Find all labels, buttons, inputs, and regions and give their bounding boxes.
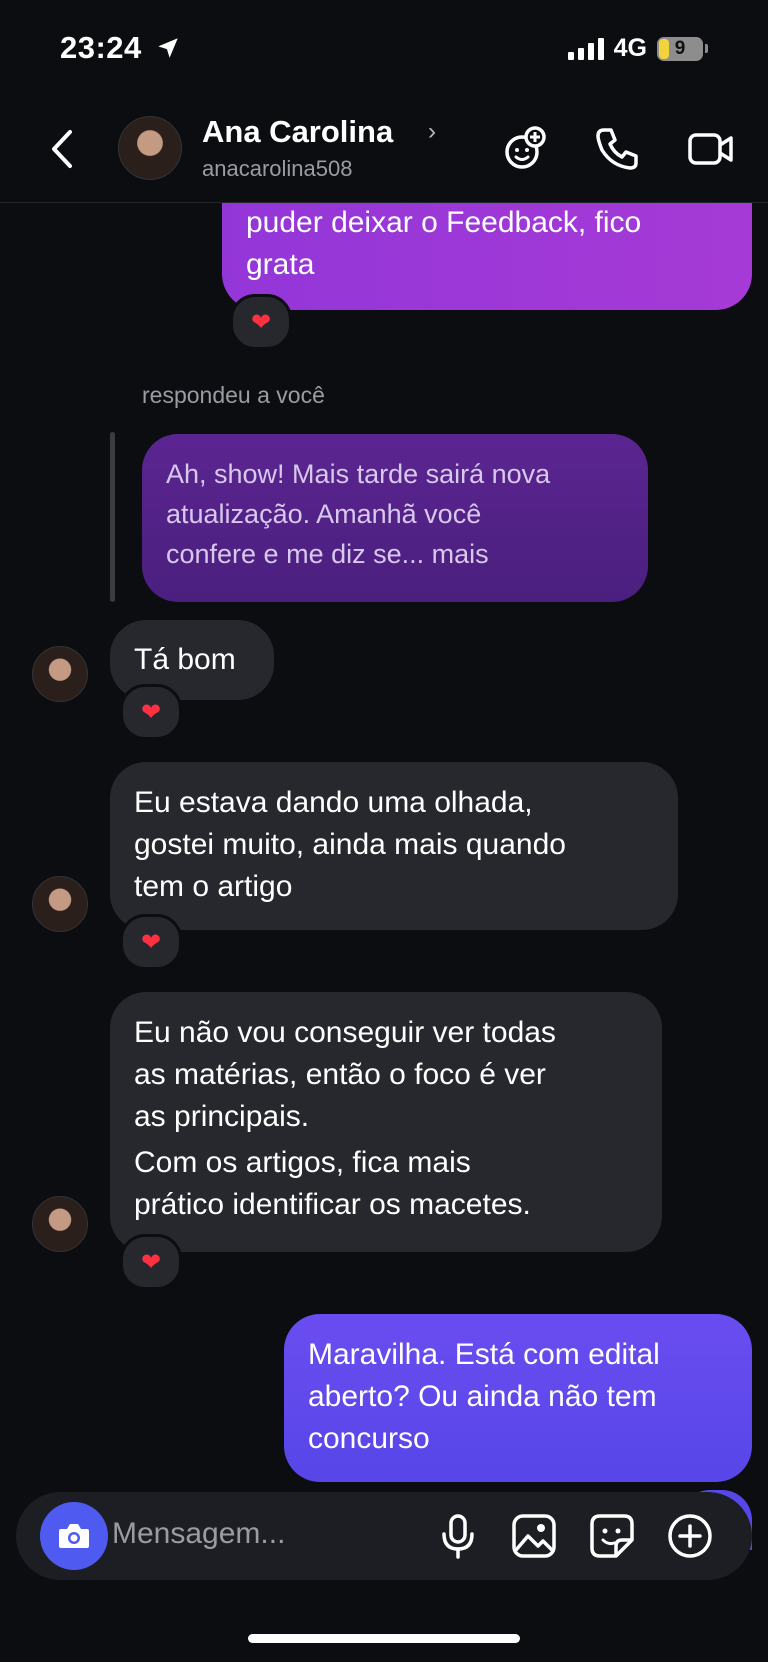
message-text: Maravilha. Está com edital [308,1338,660,1371]
message-text: prático identificar os macetes. [134,1188,531,1221]
message-bubble-incoming[interactable]: Eu não vou conseguir ver todas as matéri… [110,992,662,1252]
message-text: concurso [308,1422,430,1455]
microphone-icon[interactable] [434,1512,482,1560]
contact-username[interactable]: anacarolina508 [202,156,352,182]
location-arrow-icon [158,38,178,58]
quoted-message[interactable]: Ah, show! Mais tarde sairá nova atualiza… [142,434,648,602]
message-text: as principais. [134,1100,310,1133]
camera-button[interactable] [40,1502,108,1570]
message-composer: Mensagem... [16,1492,752,1580]
quoted-text: confere e me diz se... mais [166,539,489,569]
add-icon[interactable] [666,1512,714,1560]
reply-quote-bar [110,432,115,602]
network-label: 4G [613,34,647,62]
status-time: 23:24 [60,30,181,66]
heart-reaction-icon[interactable]: ❤ [230,294,292,350]
reply-label: respondeu a você [142,382,325,408]
gallery-icon[interactable] [510,1512,558,1560]
message-text: Tá bom [134,643,236,676]
message-text: puder deixar o Feedback, fico [246,206,642,239]
phone-icon[interactable] [592,124,642,174]
back-arrow-icon[interactable] [44,126,80,172]
status-indicators: 4G 9 [567,34,708,63]
effects-icon[interactable] [500,124,550,174]
message-bubble-outgoing[interactable]: Maravilha. Está com edital aberto? Ou ai… [284,1314,752,1482]
sticker-icon[interactable] [588,1512,636,1560]
message-text: grata [246,248,315,281]
sender-avatar[interactable] [32,646,88,702]
message-text: tem o artigo [134,870,293,903]
message-text: aberto? Ou ainda não tem [308,1380,657,1413]
home-indicator [248,1634,520,1643]
camera-icon [59,1524,89,1548]
quoted-text: atualização. Amanhã você [166,499,482,529]
chevron-right-icon[interactable]: › [428,118,436,146]
sender-avatar[interactable] [32,876,88,932]
message-text: Com os artigos, fica mais [134,1146,471,1179]
heart-reaction-icon[interactable]: ❤ [120,914,182,970]
message-text: gostei muito, ainda mais quando [134,828,566,861]
quoted-text: Ah, show! Mais tarde sairá nova [166,459,551,489]
message-text: as matérias, então o foco é ver [134,1058,546,1091]
message-input[interactable]: Mensagem... [112,1517,285,1551]
message-bubble-incoming[interactable]: Eu estava dando uma olhada, gostei muito… [110,762,678,930]
signal-icon [567,37,604,60]
message-text: Eu estava dando uma olhada, [134,786,533,819]
contact-avatar[interactable] [118,116,182,180]
battery-icon: 9 [657,36,708,61]
video-call-icon[interactable] [686,124,736,174]
heart-reaction-icon[interactable]: ❤ [120,1234,182,1290]
battery-level: 9 [674,37,686,59]
chat-header: Ana Carolina › anacarolina508 [0,100,768,203]
message-text: Eu não vou conseguir ver todas [134,1016,556,1049]
contact-name[interactable]: Ana Carolina [202,114,393,150]
heart-reaction-icon[interactable]: ❤ [120,684,182,740]
sender-avatar[interactable] [32,1196,88,1252]
